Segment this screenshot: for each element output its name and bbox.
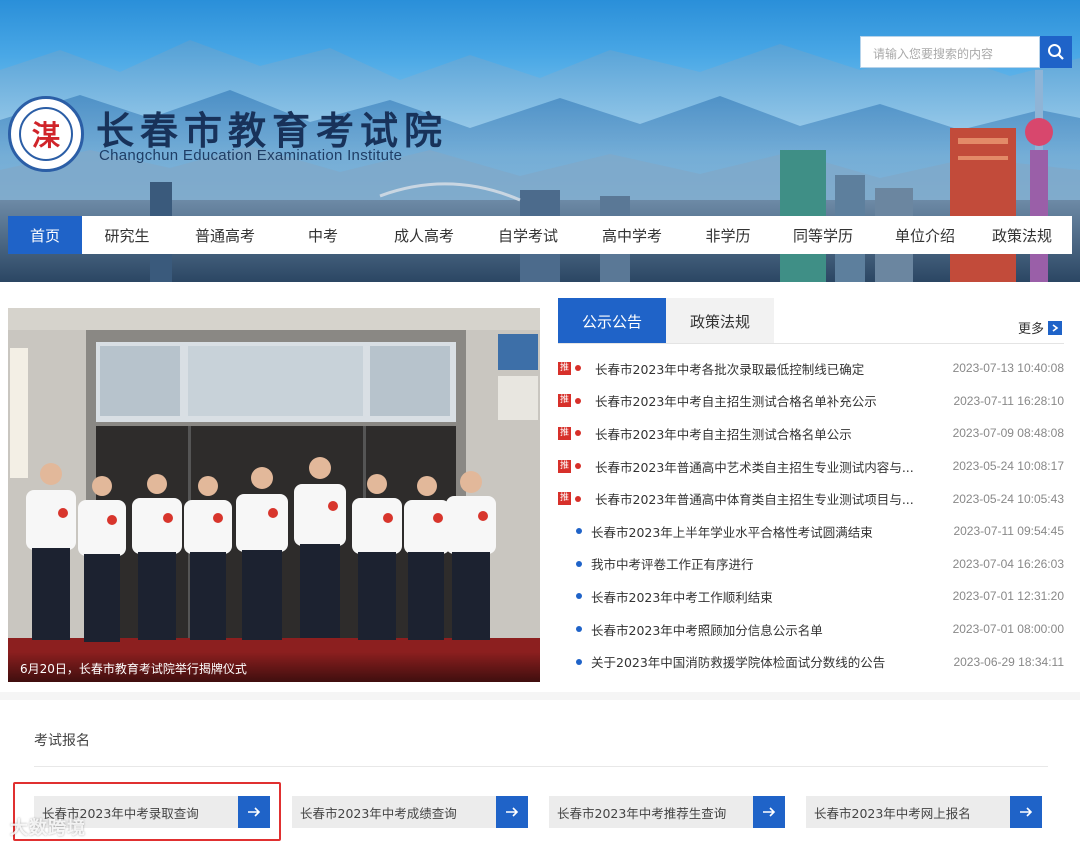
news-item[interactable]: 我市中考评卷工作正有序进行 2023-07-04 16:26:03 — [558, 548, 1064, 581]
tab-policy[interactable]: 政策法规 — [666, 298, 774, 344]
news-list: 推 长春市2023年中考各批次录取最低控制线已确定 2023-07-13 10:… — [558, 352, 1064, 678]
exam-link-score-query[interactable]: 长春市2023年中考成绩查询 — [292, 796, 528, 828]
bullet-icon — [576, 593, 582, 600]
chevron-right-icon — [1048, 320, 1063, 335]
news-title[interactable]: 长春市2023年中考工作顺利结束 — [591, 587, 921, 606]
nav-item-non-degree[interactable]: 非学历 — [688, 216, 768, 254]
bullet-icon — [576, 626, 582, 633]
recommend-badge: 推 — [558, 492, 571, 506]
exam-link-label: 长春市2023年中考成绩查询 — [300, 805, 457, 821]
recommend-badge: 推 — [558, 426, 571, 440]
news-item[interactable]: 长春市2023年中考照顾加分信息公示名单 2023-07-01 08:00:00 — [558, 613, 1064, 646]
news-date: 2023-06-29 18:34:11 — [953, 654, 1064, 669]
recommend-badge: 推 — [558, 394, 571, 408]
tab-announcements[interactable]: 公示公告 — [558, 298, 666, 344]
arrow-right-icon[interactable] — [496, 796, 528, 828]
news-item[interactable]: 推 长春市2023年中考自主招生测试合格名单补充公示 2023-07-11 16… — [558, 385, 1064, 418]
exam-link-label: 长春市2023年中考网上报名 — [814, 805, 971, 821]
news-title[interactable]: 关于2023年中国消防救援学院体检面试分数线的公告 — [591, 652, 921, 671]
more-label: 更多 — [1018, 322, 1045, 337]
news-date: 2023-07-04 16:26:03 — [952, 556, 1064, 571]
recommend-badge: 推 — [558, 361, 571, 375]
nav-item-equivalent-degree[interactable]: 同等学历 — [768, 216, 878, 254]
bullet-icon — [576, 528, 582, 535]
news-date: 2023-07-11 09:54:45 — [953, 524, 1064, 539]
news-item[interactable]: 关于2023年中国消防救援学院体检面试分数线的公告 2023-06-29 18:… — [558, 645, 1064, 678]
bullet-icon — [575, 495, 581, 502]
main-nav: 首页 研究生 普通高考 中考 成人高考 自学考试 高中学考 非学历 同等学历 单… — [8, 216, 1072, 254]
more-link[interactable]: 更多 — [1018, 318, 1063, 337]
search-input[interactable]: 请输入您要搜索的内容 — [860, 36, 1040, 68]
news-title[interactable]: 长春市2023年普通高中体育类自主招生专业测试项目与... — [595, 489, 925, 508]
news-date: 2023-07-09 08:48:08 — [952, 426, 1064, 441]
news-photo[interactable]: 6月20日，长春市教育考试院举行揭牌仪式 — [8, 308, 540, 682]
nav-item-zhongkao[interactable]: 中考 — [278, 216, 368, 254]
nav-item-policy[interactable]: 政策法规 — [972, 216, 1072, 254]
nav-item-high-school-exam[interactable]: 高中学考 — [576, 216, 688, 254]
news-title[interactable]: 长春市2023年中考各批次录取最低控制线已确定 — [595, 359, 925, 378]
news-item[interactable]: 长春市2023年上半年学业水平合格性考试圆满结束 2023-07-11 09:5… — [558, 515, 1064, 548]
section-divider — [34, 766, 1048, 767]
news-date: 2023-07-01 12:31:20 — [952, 589, 1064, 604]
search-icon — [1048, 44, 1064, 60]
news-item[interactable]: 推 长春市2023年中考各批次录取最低控制线已确定 2023-07-13 10:… — [558, 352, 1064, 385]
logo-seal-mark: 湈 — [19, 107, 73, 161]
tabs-divider — [558, 343, 1064, 344]
nav-item-adult-exam[interactable]: 成人高考 — [368, 216, 480, 254]
bullet-icon — [575, 430, 581, 437]
news-title[interactable]: 长春市2023年中考自主招生测试合格名单公示 — [595, 424, 925, 443]
news-item[interactable]: 推 长春市2023年中考自主招生测试合格名单公示 2023-07-09 08:4… — [558, 417, 1064, 450]
news-item[interactable]: 长春市2023年中考工作顺利结束 2023-07-01 12:31:20 — [558, 580, 1064, 613]
section-title: 考试报名 — [34, 733, 90, 749]
nav-item-self-study-exam[interactable]: 自学考试 — [480, 216, 576, 254]
news-tabs: 公示公告 政策法规 — [558, 298, 774, 344]
news-date: 2023-07-13 10:40:08 — [952, 361, 1064, 376]
exam-link-recommendation-query[interactable]: 长春市2023年中考推荐生查询 — [549, 796, 785, 828]
search-button[interactable] — [1040, 36, 1072, 68]
nav-item-graduate[interactable]: 研究生 — [82, 216, 172, 254]
news-item[interactable]: 推 长春市2023年普通高中艺术类自主招生专业测试内容与... 2023-05-… — [558, 450, 1064, 483]
bullet-icon — [575, 365, 581, 372]
news-title[interactable]: 长春市2023年中考自主招生测试合格名单补充公示 — [595, 391, 925, 410]
nav-item-gaokao[interactable]: 普通高考 — [172, 216, 278, 254]
site-subtitle: Changchun Education Examination Institut… — [99, 147, 403, 164]
exam-link-label: 长春市2023年中考推荐生查询 — [557, 805, 727, 821]
news-title[interactable]: 长春市2023年中考照顾加分信息公示名单 — [591, 620, 921, 639]
news-date: 2023-05-24 10:05:43 — [952, 491, 1064, 506]
exam-link-online-registration[interactable]: 长春市2023年中考网上报名 — [806, 796, 1042, 828]
nav-item-about[interactable]: 单位介绍 — [878, 216, 972, 254]
news-date: 2023-07-11 16:28:10 — [953, 393, 1064, 408]
institute-logo: 湈 — [8, 96, 84, 172]
news-title[interactable]: 我市中考评卷工作正有序进行 — [591, 554, 921, 573]
bullet-icon — [575, 397, 581, 404]
watermark: 大数跨境 — [10, 818, 86, 839]
news-date: 2023-07-01 08:00:00 — [952, 622, 1064, 637]
recommend-badge: 推 — [558, 459, 571, 473]
ceremony-photo — [8, 308, 540, 682]
nav-item-home[interactable]: 首页 — [8, 216, 82, 254]
arrow-right-icon[interactable] — [1010, 796, 1042, 828]
bullet-icon — [575, 463, 581, 470]
news-date: 2023-05-24 10:08:17 — [952, 459, 1064, 474]
photo-caption: 6月20日，长春市教育考试院举行揭牌仪式 — [8, 652, 540, 682]
news-title[interactable]: 长春市2023年上半年学业水平合格性考试圆满结束 — [591, 522, 921, 541]
news-item[interactable]: 推 长春市2023年普通高中体育类自主招生专业测试项目与... 2023-05-… — [558, 482, 1064, 515]
arrow-right-icon[interactable] — [753, 796, 785, 828]
bullet-icon — [576, 658, 582, 665]
bullet-icon — [576, 560, 582, 567]
news-title[interactable]: 长春市2023年普通高中艺术类自主招生专业测试内容与... — [595, 457, 925, 476]
